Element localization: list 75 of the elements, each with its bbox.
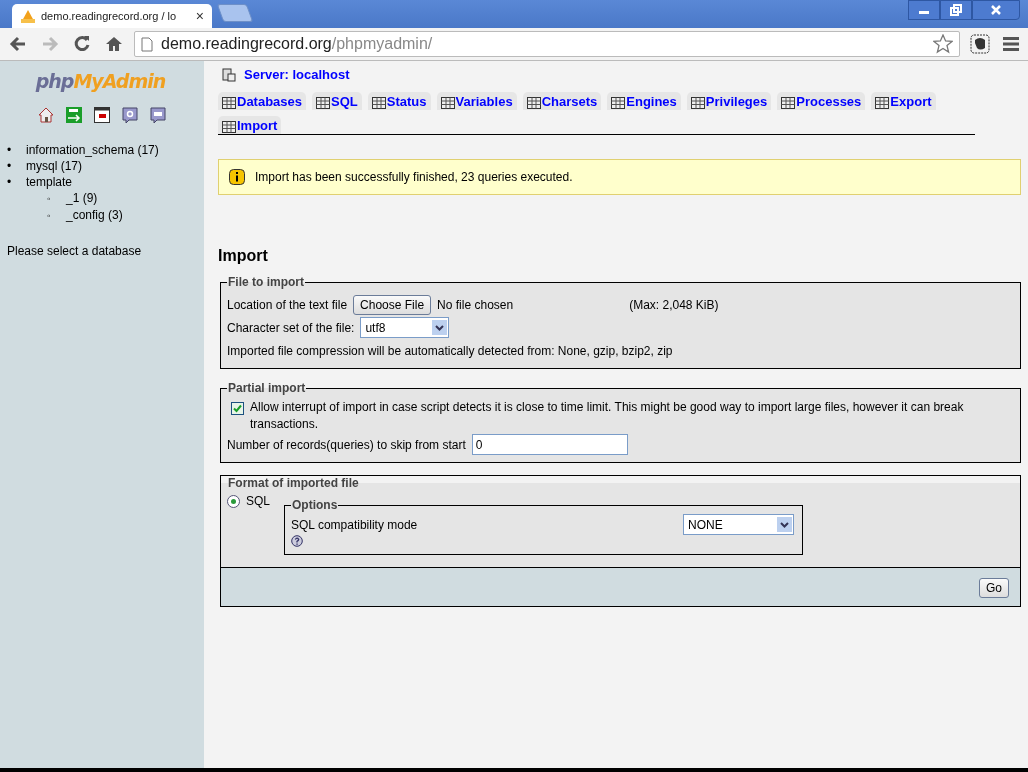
bullet: • <box>7 174 13 190</box>
panel-legend: File to import <box>227 275 305 289</box>
compatibility-select[interactable]: NONE <box>683 514 794 535</box>
back-icon[interactable] <box>8 34 28 54</box>
table-link[interactable]: _config (3) <box>66 208 123 222</box>
server-link[interactable]: Server: localhost <box>244 67 350 82</box>
server-icon <box>222 67 236 82</box>
page-heading: Import <box>218 247 269 265</box>
field-label: Character set of the file: <box>227 320 355 335</box>
close-tab-icon[interactable]: × <box>195 8 204 24</box>
nav-tab[interactable]: Processes <box>777 92 866 110</box>
compression-note: Imported file compression will be automatically detected from: None, gzip, bzip2, zip <box>227 343 673 358</box>
minimize-button[interactable] <box>908 0 940 20</box>
nav-tab[interactable]: Databases <box>218 92 307 110</box>
select-database-hint: Please select a database <box>7 244 143 258</box>
field-label: Number of records(queries) to skip from start <box>227 437 466 452</box>
field-label: Location of the text file <box>227 297 348 312</box>
restore-icon <box>950 4 962 16</box>
table-grid-icon <box>222 118 236 133</box>
panel-legend: Options <box>291 498 339 512</box>
table-grid-icon <box>371 94 386 109</box>
table-grid-icon <box>875 94 890 109</box>
page-icon <box>141 36 153 52</box>
close-icon <box>990 4 1002 16</box>
format-radio[interactable] <box>227 494 240 508</box>
table-grid-icon <box>690 94 705 109</box>
file-status-text: No file chosen <box>437 297 514 312</box>
interrupt-checkbox[interactable] <box>231 402 244 415</box>
notice-text: Import has been successfully finished, 23 queries executed. <box>255 170 573 184</box>
menu-icon[interactable] <box>1002 36 1020 52</box>
table-grid-icon <box>316 94 331 109</box>
table-grid-icon <box>222 94 236 109</box>
bullet: • <box>7 142 13 158</box>
bullet: ◦ <box>47 209 52 223</box>
address-bar[interactable]: demo.readingrecord.org/phpmyadmin/ <box>134 31 960 57</box>
database-link[interactable]: mysql (17) <box>26 159 82 173</box>
panel-legend: Format of imported file <box>227 476 360 490</box>
phpmyadmin-logo[interactable]: phpMyAdmin <box>35 69 169 93</box>
table-grid-icon <box>526 94 541 109</box>
panel-legend: Partial import <box>227 381 307 395</box>
home-icon[interactable] <box>104 34 124 54</box>
database-link[interactable]: information_schema (17) <box>26 143 159 157</box>
reload-icon[interactable] <box>72 34 92 54</box>
max-size-text: (Max: 2,048 KiB) <box>629 297 719 312</box>
field-label: SQL compatibility mode <box>291 517 418 532</box>
nav-tab[interactable]: SQL <box>312 92 362 110</box>
nav-tab[interactable]: Export <box>871 92 936 110</box>
go-button[interactable]: Go <box>979 578 1009 598</box>
nav-tab[interactable]: Charsets <box>522 92 602 110</box>
table-grid-icon <box>440 94 455 109</box>
database-link[interactable]: template <box>26 175 73 189</box>
nav-tab[interactable]: Status <box>367 92 431 110</box>
info-icon <box>229 169 245 185</box>
close-window-button[interactable] <box>972 0 1020 20</box>
skip-count-field[interactable]: 0 <box>471 434 628 455</box>
bookmark-star-icon[interactable] <box>933 34 953 54</box>
browser-tab-title: demo.readingrecord.org / lo <box>41 10 178 22</box>
restore-button[interactable] <box>940 0 972 20</box>
table-grid-icon <box>611 94 626 109</box>
table-grid-icon <box>781 94 796 109</box>
table-link[interactable]: _1 (9) <box>66 191 98 205</box>
bullet: • <box>7 158 13 174</box>
choose-file-button[interactable]: Choose File <box>353 294 432 315</box>
charset-select[interactable]: utf8 <box>360 317 450 338</box>
nav-tab[interactable]: Privileges <box>686 92 772 110</box>
home-icon[interactable] <box>38 107 54 123</box>
bullet: ◦ <box>47 192 52 206</box>
nav-tab[interactable]: Engines <box>607 92 681 110</box>
interrupt-label: Allow interrupt of import in case script detects it is close to time limit. This might be good way to import large files, however it can break transactions. <box>250 399 965 433</box>
url-text: demo.readingrecord.org/phpmyadmin/ <box>161 35 434 53</box>
exit-icon[interactable] <box>66 107 82 123</box>
browser-tab[interactable]: demo.readingrecord.org / lo × <box>12 4 212 28</box>
nav-tab[interactable]: Import <box>218 116 282 134</box>
radio-label: SQL <box>246 494 270 508</box>
nav-tab[interactable]: Variables <box>436 92 517 110</box>
